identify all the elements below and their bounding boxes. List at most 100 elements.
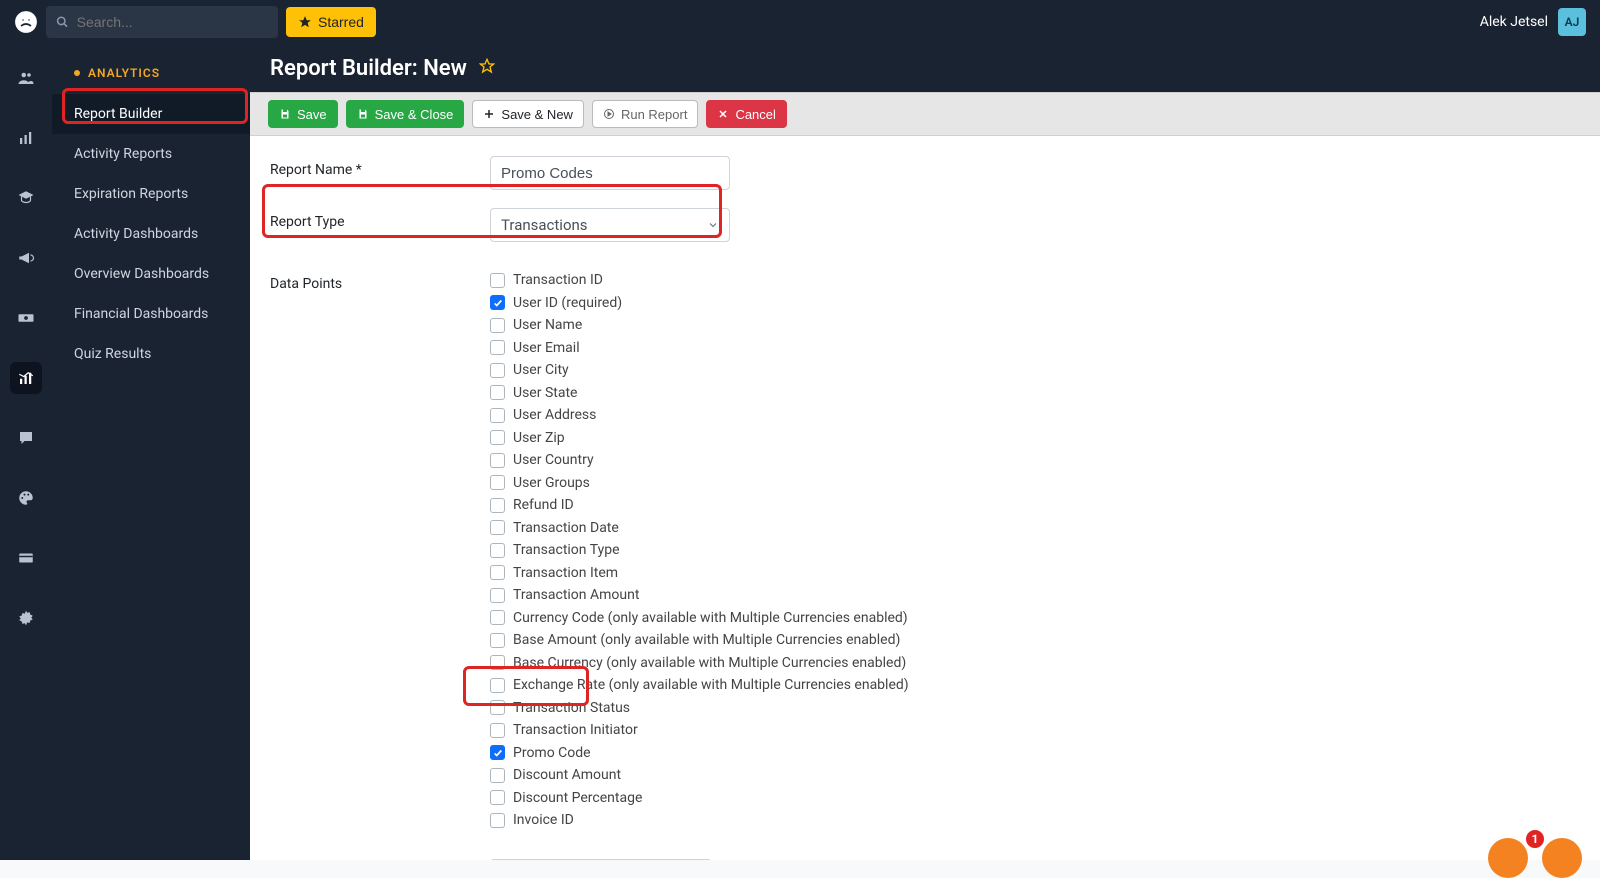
- data-point-row: Refund ID: [490, 495, 909, 516]
- data-point-row: Exchange Rate (only available with Multi…: [490, 675, 909, 696]
- starred-label: Starred: [318, 14, 364, 30]
- favorite-star-icon[interactable]: [479, 58, 495, 78]
- sidebar-item-financial-dashboards[interactable]: Financial Dashboards: [52, 294, 250, 334]
- checkbox[interactable]: [490, 318, 505, 333]
- data-point-label: Base Amount (only available with Multipl…: [513, 632, 900, 648]
- checkbox[interactable]: [490, 565, 505, 580]
- data-point-row: Transaction Initiator: [490, 720, 909, 741]
- data-point-row: Transaction Type: [490, 540, 909, 561]
- play-icon: [603, 108, 615, 120]
- rail-education-icon[interactable]: [10, 182, 42, 214]
- search-icon: [56, 15, 69, 29]
- data-point-row: Transaction Date: [490, 518, 909, 539]
- data-point-label: Promo Code: [513, 745, 591, 761]
- save-button[interactable]: Save: [268, 100, 338, 128]
- checkbox[interactable]: [490, 543, 505, 558]
- cancel-button[interactable]: Cancel: [706, 100, 786, 128]
- sidebar-item-activity-reports[interactable]: Activity Reports: [52, 134, 250, 174]
- help-bubble-icon-2[interactable]: [1488, 838, 1528, 878]
- data-point-label: User Zip: [513, 430, 565, 446]
- data-point-row: User Zip: [490, 428, 909, 449]
- data-point-label: User State: [513, 385, 577, 401]
- search-input-wrap[interactable]: [46, 6, 278, 38]
- rail-analytics-icon[interactable]: [10, 362, 42, 394]
- rail-settings-icon[interactable]: [10, 602, 42, 634]
- checkbox[interactable]: [490, 273, 505, 288]
- checkbox[interactable]: [490, 385, 505, 400]
- save-close-button[interactable]: Save & Close: [346, 100, 465, 128]
- data-point-label: Transaction Type: [513, 542, 620, 558]
- data-point-row: User Country: [490, 450, 909, 471]
- checkbox[interactable]: [490, 295, 505, 310]
- checkbox[interactable]: [490, 745, 505, 760]
- checkbox[interactable]: [490, 498, 505, 513]
- checkbox[interactable]: [490, 520, 505, 535]
- rail-card-icon[interactable]: [10, 542, 42, 574]
- data-point-row: Base Currency (only available with Multi…: [490, 653, 909, 674]
- report-type-select[interactable]: Transactions: [490, 208, 730, 242]
- checkbox[interactable]: [490, 363, 505, 378]
- close-icon: [717, 108, 729, 120]
- checkbox[interactable]: [490, 588, 505, 603]
- run-report-button[interactable]: Run Report: [592, 100, 698, 128]
- data-point-label: User Groups: [513, 475, 590, 491]
- user-name: Alek Jetsel: [1480, 14, 1548, 30]
- data-point-row: User Email: [490, 338, 909, 359]
- rail-money-icon[interactable]: [10, 302, 42, 334]
- data-point-label: User ID (required): [513, 295, 622, 311]
- rail-palette-icon[interactable]: [10, 482, 42, 514]
- checkbox[interactable]: [490, 475, 505, 490]
- data-point-row: Currency Code (only available with Multi…: [490, 608, 909, 629]
- sidebar-item-activity-dashboards[interactable]: Activity Dashboards: [52, 214, 250, 254]
- sidebar-item-expiration-reports[interactable]: Expiration Reports: [52, 174, 250, 214]
- topbar: Starred Alek Jetsel AJ: [0, 0, 1600, 44]
- sidebar-item-overview-dashboards[interactable]: Overview Dashboards: [52, 254, 250, 294]
- checkbox[interactable]: [490, 700, 505, 715]
- data-point-label: Discount Percentage: [513, 790, 642, 806]
- icon-rail: [0, 44, 52, 860]
- help-bubble-badge: 1: [1524, 828, 1546, 850]
- data-point-row: Promo Code: [490, 743, 909, 764]
- checkbox[interactable]: [490, 723, 505, 738]
- report-name-input[interactable]: [490, 156, 730, 190]
- avatar[interactable]: AJ: [1558, 8, 1586, 36]
- search-input[interactable]: [77, 14, 268, 30]
- cancel-label: Cancel: [735, 107, 775, 122]
- data-point-row: User Name: [490, 315, 909, 336]
- data-point-label: User Email: [513, 340, 580, 356]
- sidebar-item-quiz-results[interactable]: Quiz Results: [52, 334, 250, 374]
- checkbox[interactable]: [490, 678, 505, 693]
- save-new-button[interactable]: Save & New: [472, 100, 584, 128]
- checkbox[interactable]: [490, 408, 505, 423]
- checkbox[interactable]: [490, 610, 505, 625]
- checkbox[interactable]: [490, 790, 505, 805]
- data-point-row: User ID (required): [490, 293, 909, 314]
- checkbox[interactable]: [490, 633, 505, 648]
- data-point-label: Transaction Item: [513, 565, 618, 581]
- sidebar-item-report-builder[interactable]: Report Builder: [52, 94, 250, 134]
- starred-button[interactable]: Starred: [286, 7, 376, 37]
- data-point-row: Discount Amount: [490, 765, 909, 786]
- checkbox[interactable]: [490, 430, 505, 445]
- data-point-label: User Name: [513, 317, 582, 333]
- rail-dashboard-icon[interactable]: [10, 122, 42, 154]
- main-form: Report Name * Report Type Transactions D…: [250, 136, 1600, 860]
- checkbox[interactable]: [490, 655, 505, 670]
- rail-bullhorn-icon[interactable]: [10, 242, 42, 274]
- run-report-label: Run Report: [621, 107, 687, 122]
- checkbox[interactable]: [490, 813, 505, 828]
- rail-chat-icon[interactable]: [10, 422, 42, 454]
- checkbox[interactable]: [490, 453, 505, 468]
- content-header: Report Builder: New: [250, 44, 1600, 92]
- rail-users-icon[interactable]: [10, 62, 42, 94]
- checkbox[interactable]: [490, 340, 505, 355]
- checkbox[interactable]: [490, 768, 505, 783]
- app-logo: [14, 10, 38, 34]
- help-bubble-icon[interactable]: [1542, 838, 1582, 878]
- plus-icon: [483, 108, 495, 120]
- data-point-label: Transaction ID: [513, 272, 603, 288]
- save-icon: [279, 108, 291, 120]
- sidebar-section-label: ANALYTICS: [52, 60, 250, 94]
- data-point-label: User Country: [513, 452, 594, 468]
- data-point-label: Transaction Amount: [513, 587, 639, 603]
